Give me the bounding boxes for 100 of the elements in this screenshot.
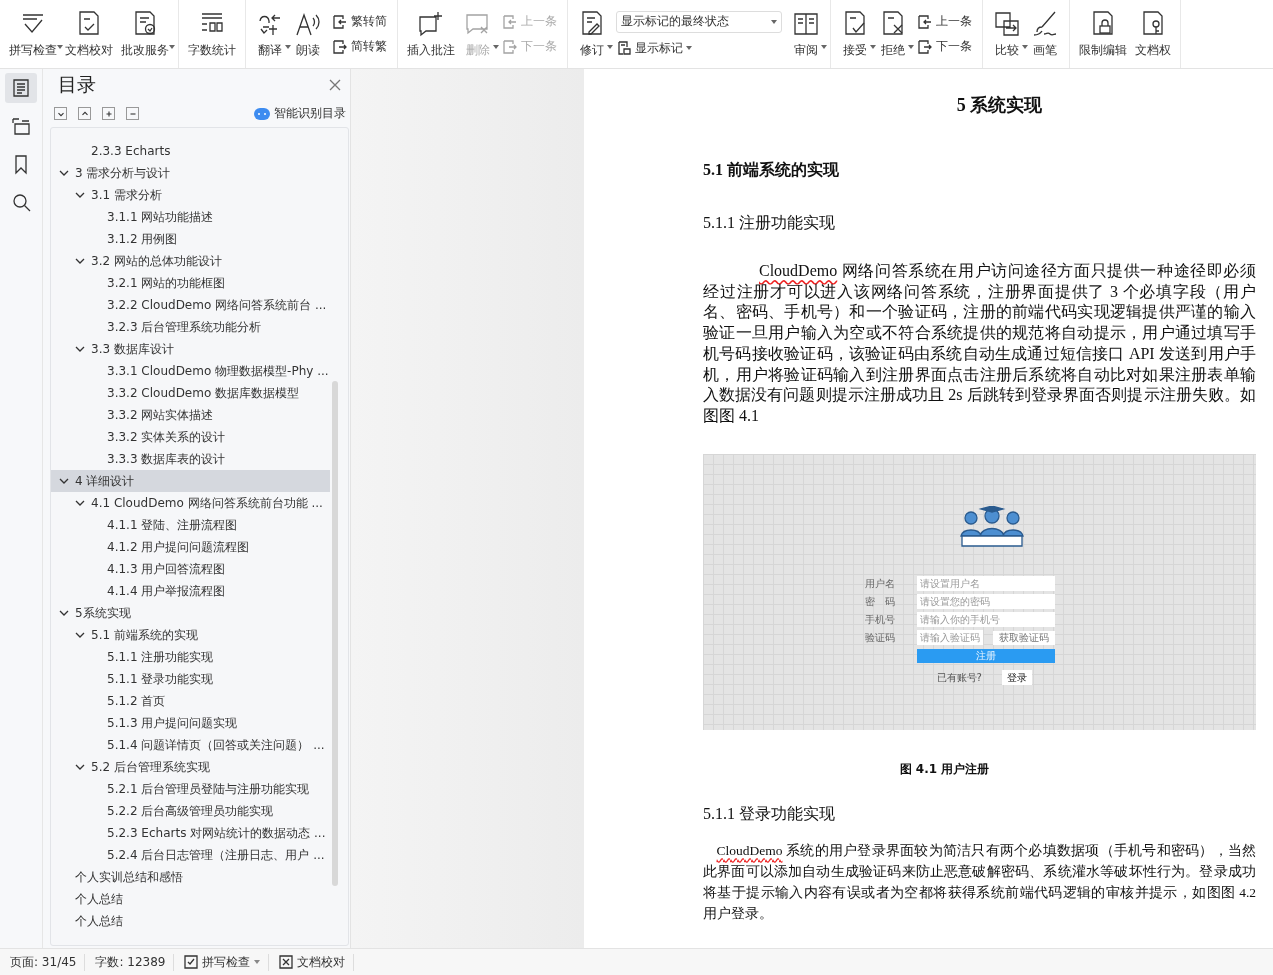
toolbar-button[interactable]: 接受: [837, 5, 873, 63]
caret-icon: [607, 45, 613, 49]
tree-item[interactable]: 3.1.2 用例图: [51, 228, 330, 250]
next-item-icon: [502, 38, 518, 55]
tree-item[interactable]: 4 详细设计: [51, 470, 330, 492]
tree-item[interactable]: 4.1.4 用户举报流程图: [51, 580, 330, 602]
toolbar-button[interactable]: 批改服务: [118, 5, 172, 63]
tree-item[interactable]: 个人实训总结和感悟: [51, 866, 330, 888]
tree-item[interactable]: 3.2.2 CloudDemo 网络问答系统前台 ...: [51, 294, 330, 316]
toolbar-button[interactable]: 字数统计: [185, 5, 239, 63]
tree-item[interactable]: 3.2.1 网站的功能框图: [51, 272, 330, 294]
tree-item[interactable]: 4.1 CloudDemo 网络问答系统前台功能 ...: [51, 492, 330, 514]
tree-item[interactable]: 3.3 数据库设计: [51, 338, 330, 360]
field-label: 验证码: [864, 630, 896, 645]
body-paragraph: CloudDemo 网络问答系统在用户访问途径方面只提供一种途径即必须经过注册才可以进入该网络问答系统，注册界面提供了 3 个必填字段（用户名、密码、手机号）和一个验证码，注册的前端代码实现逻辑提供严谨的输入验证一旦用户输入为空或不符合系统提供的规范将自动提示，用户通过填写手机号码接收验证码，该验证码由系统自动生成通过短信接口 API 发送到用户手机，用户将验证码输入到注册界面点击注册后系统将自动比对如果注册表单输入数据没有问题则提示注册成功且 2s 后跳转到登录界面否则提示注册失败。如图图 4.1: [703, 261, 1256, 426]
toolbar-button[interactable]: 限制编辑: [1076, 5, 1130, 63]
tree-item[interactable]: 3.2 网站的总体功能设计: [51, 250, 330, 272]
toolbar-button[interactable]: 插入批注: [404, 5, 458, 63]
tree-item[interactable]: 3.3.2 实体关系的设计: [51, 426, 330, 448]
close-button[interactable]: [328, 78, 342, 92]
toolbar-button[interactable]: 审阅: [788, 5, 824, 63]
smart-contents-button[interactable]: 智能识别目录: [254, 105, 346, 122]
tree-item[interactable]: 3.3.1 CloudDemo 物理数据模型-Phy ...: [51, 360, 330, 382]
tree-item[interactable]: 5.1 前端系统的实现: [51, 624, 330, 646]
scrollbar-thumb[interactable]: [332, 381, 338, 886]
toolbar-button[interactable]: 修订: [574, 5, 610, 63]
tree-item[interactable]: 5.2.1 后台管理员登陆与注册功能实现: [51, 778, 330, 800]
caret-icon: [254, 960, 261, 964]
toolbar-button[interactable]: 上一条: [917, 12, 972, 31]
display-mode-dropdown[interactable]: 显示标记的最终状态: [616, 10, 782, 33]
tree-item[interactable]: 5.2.2 后台高级管理员功能实现: [51, 800, 330, 822]
people-icon: [958, 505, 1025, 548]
tree-item[interactable]: 3.3.3 数据库表的设计: [51, 448, 330, 470]
field-label: 用户名: [864, 576, 896, 591]
tree-item[interactable]: 个人总结: [51, 910, 330, 932]
caret-icon: [821, 45, 827, 49]
panel-title: 目录: [58, 72, 96, 97]
outline-icon: [10, 115, 32, 137]
outline-tool-button[interactable]: [102, 107, 115, 120]
toolbar-button[interactable]: 比较: [989, 5, 1025, 63]
chevron-down-icon: [75, 256, 85, 266]
tree-item[interactable]: 5.1.2 首页: [51, 690, 330, 712]
text-field[interactable]: 请输入验证码: [916, 630, 983, 646]
outline-tool-button[interactable]: [126, 107, 139, 120]
section-heading: 5.1 前端系统的实现: [703, 160, 840, 180]
tree-item[interactable]: 5.1.4 问题详情页（回答或关注问题） ...: [51, 734, 330, 756]
tree-item[interactable]: 5.2 后台管理系统实现: [51, 756, 330, 778]
text-field[interactable]: 请设置您的密码: [916, 594, 1055, 610]
login-button[interactable]: 登录: [1001, 670, 1032, 686]
text-field[interactable]: 请设置用户名: [916, 576, 1055, 592]
tree-item[interactable]: 4.1.1 登陆、注册流程图: [51, 514, 330, 536]
toolbar-button[interactable]: 繁转简: [332, 12, 387, 31]
subsection-heading: 5.1.1 登录功能实现: [703, 803, 836, 824]
text-field[interactable]: 请输入你的手机号: [916, 612, 1055, 628]
get-code-button[interactable]: 获取验证码: [992, 630, 1055, 645]
tree-item[interactable]: 5.2.4 后台日志管理（注册日志、用户 ...: [51, 844, 330, 866]
next-item-icon: [917, 38, 933, 55]
tree-item[interactable]: 4.1.2 用户提问问题流程图: [51, 536, 330, 558]
tree-item[interactable]: 3.1.1 网站功能描述: [51, 206, 330, 228]
chevron-down-icon: [59, 168, 69, 178]
toolbar-button[interactable]: 朗读: [290, 5, 326, 63]
caret-icon: [1022, 45, 1028, 49]
tree-item[interactable]: 5.1.1 注册功能实现: [51, 646, 330, 668]
tree-item[interactable]: 3.3.2 CloudDemo 数据库数据模型: [51, 382, 330, 404]
caret-icon: [57, 45, 63, 49]
toolbar-button[interactable]: 画笔: [1027, 5, 1063, 63]
caret-icon: [285, 45, 291, 49]
tree-item[interactable]: 2.3.3 Echarts: [51, 140, 330, 162]
sidebar-tab[interactable]: [5, 73, 37, 103]
caret-icon: [771, 19, 777, 24]
toolbar-button[interactable]: 下一条: [917, 37, 972, 56]
tree-item[interactable]: 5系统实现: [51, 602, 330, 624]
toolbar-button[interactable]: 文档校对: [62, 5, 116, 63]
toolbar-button[interactable]: 拒绝: [875, 5, 911, 63]
field-label: 密 码: [864, 594, 896, 609]
toolbar-button[interactable]: 简转繁: [332, 37, 387, 56]
previous-item-icon: [332, 13, 348, 30]
tree-item[interactable]: 3 需求分析与设计: [51, 162, 330, 184]
toolbar-button[interactable]: 文档权: [1132, 5, 1174, 63]
tree-item[interactable]: 5.1.1 登录功能实现: [51, 668, 330, 690]
toolbar-button[interactable]: 翻译: [252, 5, 288, 63]
compare-icon: [992, 9, 1022, 39]
tree-item[interactable]: 3.2.3 后台管理系统功能分析: [51, 316, 330, 338]
figure-caption: 图 4.1 用户注册: [898, 760, 991, 778]
tree-item[interactable]: 3.1 需求分析: [51, 184, 330, 206]
toolbar-button[interactable]: 拼写检查: [6, 5, 60, 63]
tree-item[interactable]: 个人总结: [51, 888, 330, 910]
show-markup-button[interactable]: 显示标记: [616, 38, 782, 58]
tree-item[interactable]: 5.2.3 Echarts 对网站统计的数据动态 ...: [51, 822, 330, 844]
tree-item[interactable]: 4.1.3 用户回答流程图: [51, 558, 330, 580]
account-prompt: 已有账号?: [936, 670, 982, 685]
tree-item[interactable]: 3.3.2 网站实体描述: [51, 404, 330, 426]
spell-check-button[interactable]: 拼写检查: [184, 953, 270, 971]
caret-icon: [169, 45, 175, 49]
chevron-down-icon: [75, 762, 85, 772]
outline-tool-button[interactable]: [54, 107, 67, 120]
chevron-down-icon: [75, 498, 85, 508]
proofread-button[interactable]: 文档校对: [279, 953, 355, 971]
tree-item[interactable]: 5.1.3 用户提问问题实现: [51, 712, 330, 734]
outline-tool-button[interactable]: [78, 107, 91, 120]
